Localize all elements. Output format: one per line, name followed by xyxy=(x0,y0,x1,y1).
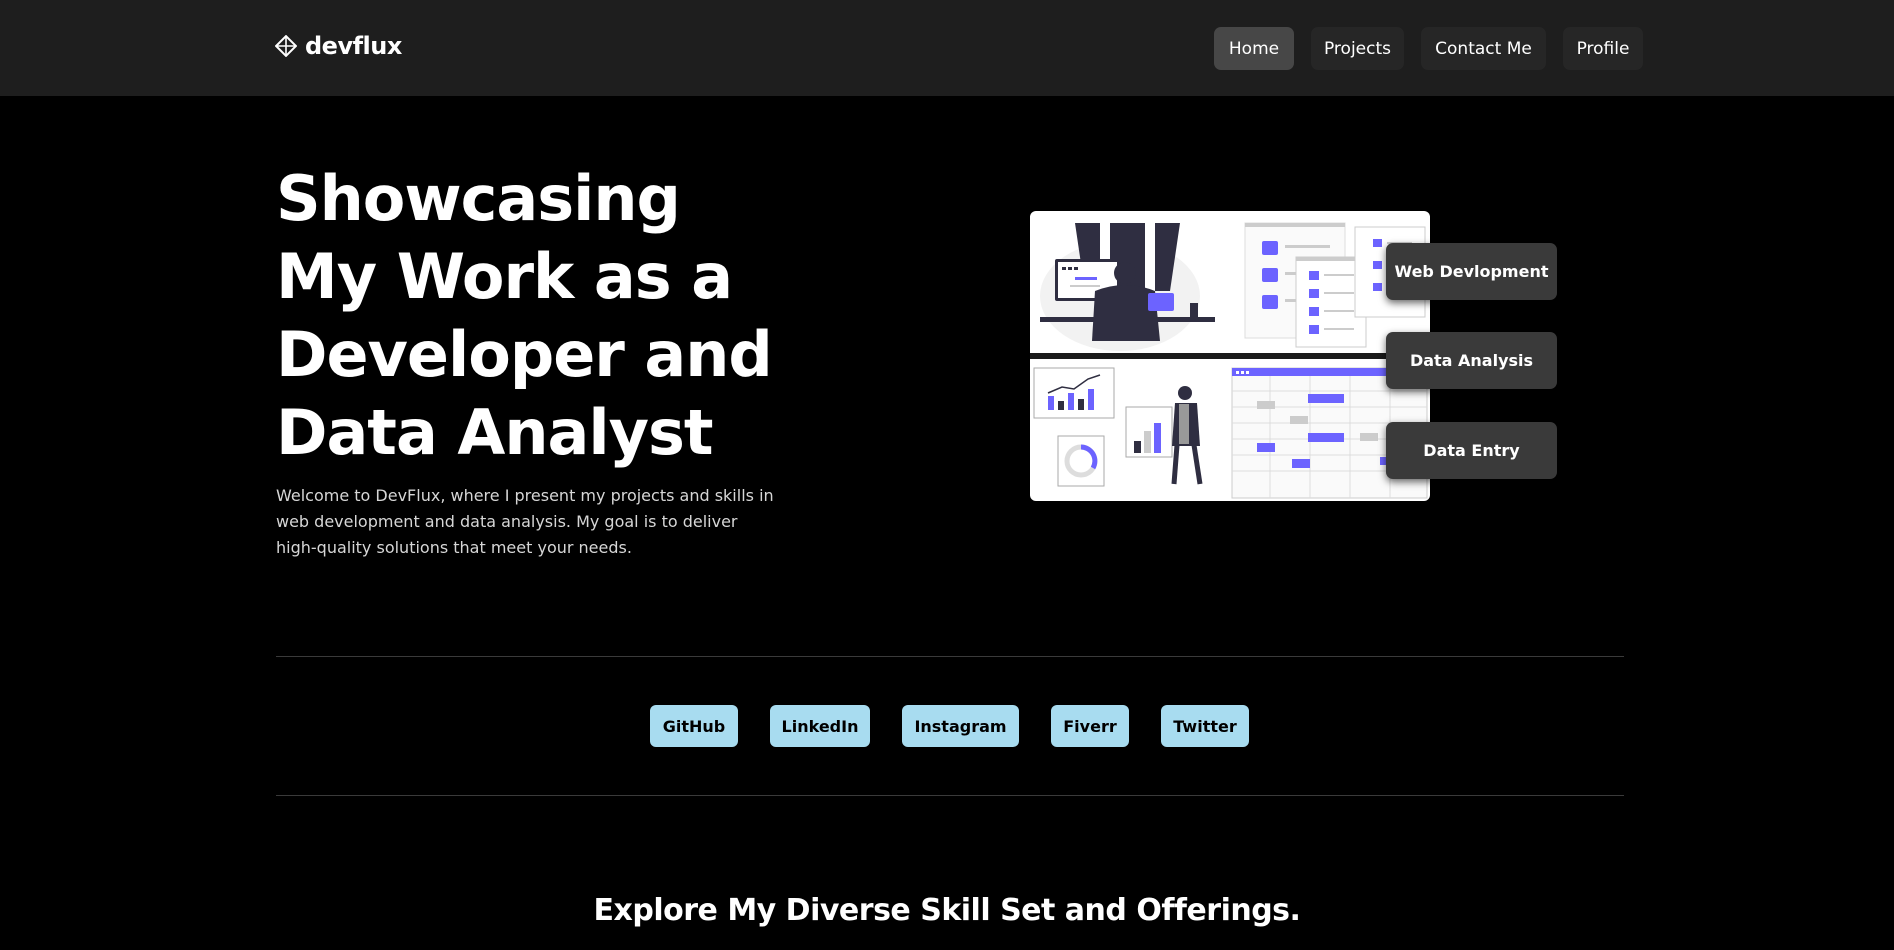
section-divider xyxy=(276,656,1624,657)
hero-description: Welcome to DevFlux, where I present my p… xyxy=(276,486,774,557)
github-link[interactable]: GitHub xyxy=(650,705,738,747)
service-data-analysis[interactable]: Data Analysis xyxy=(1386,332,1557,389)
nav-projects-button[interactable]: Projects xyxy=(1311,27,1404,70)
linkedin-link[interactable]: LinkedIn xyxy=(770,705,870,747)
service-data-entry[interactable]: Data Entry xyxy=(1386,422,1557,479)
nav-contact-button[interactable]: Contact Me xyxy=(1421,27,1546,70)
navbar: devflux Home Projects Contact Me Profile xyxy=(0,0,1894,96)
hero-title-line: Data Analyst xyxy=(276,396,714,469)
instagram-link[interactable]: Instagram xyxy=(902,705,1019,747)
diamond-logo-icon xyxy=(275,35,297,57)
section-divider xyxy=(276,795,1624,796)
fiverr-link[interactable]: Fiverr xyxy=(1051,705,1129,747)
brand-name: devflux xyxy=(305,32,402,60)
illustration-divider xyxy=(1030,353,1430,359)
hero-title-line: My Work as a xyxy=(276,240,733,313)
nav-profile-button[interactable]: Profile xyxy=(1563,27,1643,70)
hero-title: Showcasing My Work as a Developer and Da… xyxy=(276,160,816,472)
hero-title-line: Showcasing xyxy=(276,162,681,235)
twitter-link[interactable]: Twitter xyxy=(1161,705,1249,747)
service-web-development[interactable]: Web Devlopment xyxy=(1386,243,1557,300)
hero-title-line: Developer and xyxy=(276,318,773,391)
brand-logo[interactable]: devflux xyxy=(275,30,402,62)
nav-home-button[interactable]: Home xyxy=(1214,27,1294,70)
skills-section-title: Explore My Diverse Skill Set and Offerin… xyxy=(593,893,1301,928)
hero-illustration xyxy=(1030,211,1430,501)
